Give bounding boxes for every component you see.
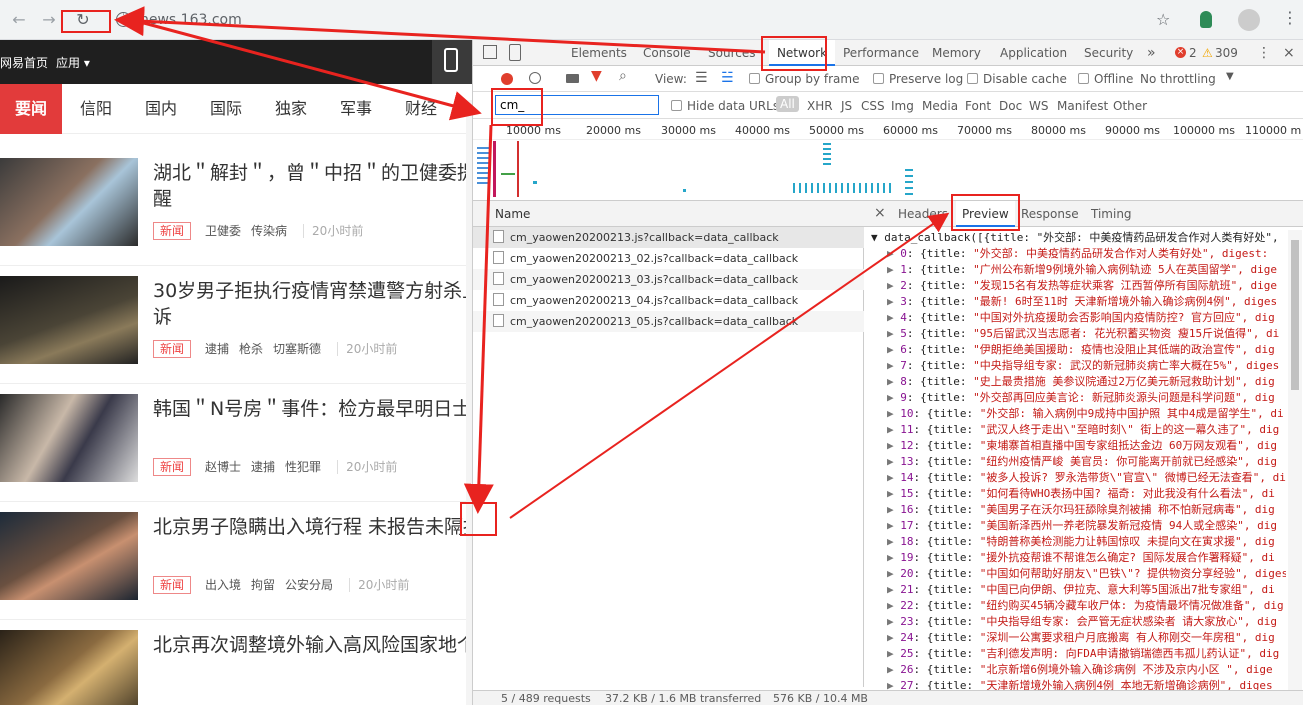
arrow-scroll-to-preview [509,212,950,519]
annotation-arrows [114,6,950,519]
arrow-filter-to-scroll [463,124,494,514]
arrow-network-to-reload [114,6,766,54]
